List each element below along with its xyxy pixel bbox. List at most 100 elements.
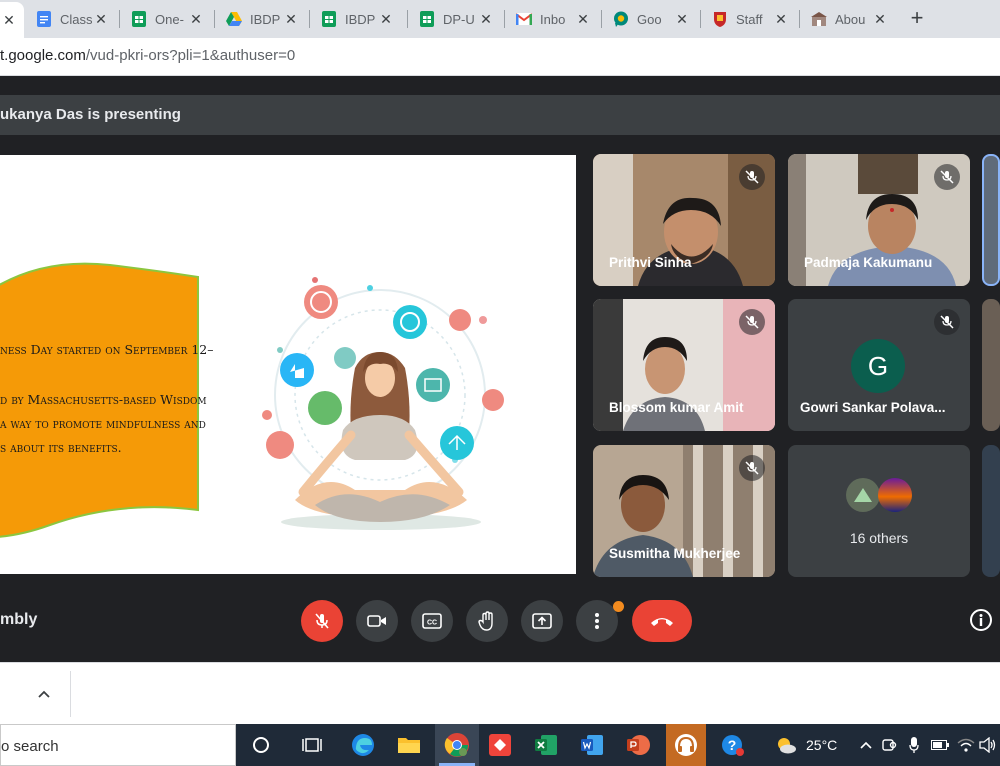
tab-active[interactable]: ✕ xyxy=(0,2,24,38)
google-sheets-icon xyxy=(131,11,147,27)
edge-browser-icon[interactable] xyxy=(347,729,379,761)
end-call-icon xyxy=(651,618,673,626)
close-icon[interactable]: ✕ xyxy=(187,11,205,28)
more-vert-icon xyxy=(595,613,599,629)
participant-avatar: G xyxy=(851,339,905,393)
temperature-label[interactable]: 25°C xyxy=(806,737,837,753)
mic-off-icon xyxy=(315,613,329,629)
file-explorer-icon[interactable] xyxy=(393,729,425,761)
svg-text:CC: CC xyxy=(427,620,437,627)
tab-separator xyxy=(799,10,800,28)
slide-text-line: d by Massachusetts-based Wisdom xyxy=(0,392,207,407)
presenting-banner: ukanya Das is presenting xyxy=(0,95,1000,135)
tab-inbox[interactable]: Inbo ✕ xyxy=(508,4,598,34)
info-icon xyxy=(979,614,983,626)
raise-hand-button[interactable] xyxy=(466,600,508,642)
present-now-button[interactable] xyxy=(521,600,563,642)
participant-tile[interactable]: Prithvi Sinha xyxy=(593,154,775,286)
school-crest-icon xyxy=(712,11,728,27)
tab-ibdp-drive[interactable]: IBDP ✕ xyxy=(218,4,306,34)
chevron-up-icon[interactable] xyxy=(38,685,50,701)
meet-top-strip xyxy=(0,76,1000,95)
participant-name: Susmitha Mukherjee xyxy=(609,546,741,561)
closed-captions-icon: CC xyxy=(422,613,442,629)
excel-icon[interactable] xyxy=(530,729,562,761)
tab-ibdp-sheet[interactable]: IBDP ✕ xyxy=(313,4,401,34)
word-icon[interactable] xyxy=(576,729,608,761)
close-icon[interactable]: ✕ xyxy=(477,11,495,28)
notification-dot xyxy=(613,601,624,612)
close-icon[interactable]: ✕ xyxy=(871,11,889,28)
new-tab-plus-icon[interactable]: + xyxy=(906,6,928,30)
presenting-text: ukanya Das is presenting xyxy=(0,106,181,123)
participant-tile[interactable]: G Gowri Sankar Polava... xyxy=(788,299,970,431)
address-bar[interactable]: t.google.com/vud-pkri-ors?pli=1&authuser… xyxy=(0,38,1000,76)
tab-separator xyxy=(309,10,310,28)
task-view-icon[interactable] xyxy=(296,729,328,761)
close-icon[interactable]: ✕ xyxy=(92,11,110,28)
headset-app-icon xyxy=(675,734,697,756)
taskbar-search-box[interactable]: o search xyxy=(0,724,236,766)
close-icon[interactable]: ✕ xyxy=(282,11,300,28)
meeting-name: mbly xyxy=(0,611,38,628)
participant-tile-partial[interactable] xyxy=(982,445,1000,577)
participant-tile-partial[interactable] xyxy=(982,299,1000,431)
participant-tile-partial[interactable] xyxy=(982,154,1000,286)
slide-text-line: s about its benefits. xyxy=(0,440,122,455)
close-icon[interactable]: ✕ xyxy=(673,11,691,28)
app-taskbar-active[interactable] xyxy=(666,724,706,766)
taskbar-search-label: o search xyxy=(1,738,59,755)
camera-toggle-button[interactable] xyxy=(356,600,398,642)
tab-separator xyxy=(214,10,215,28)
google-drive-icon xyxy=(226,11,242,27)
tab-separator xyxy=(407,10,408,28)
downloads-bar xyxy=(0,662,1000,724)
mic-off-icon xyxy=(739,309,765,335)
weather-icon[interactable] xyxy=(770,729,802,761)
meditation-illustration xyxy=(262,277,504,530)
mic-off-icon xyxy=(739,164,765,190)
tab-google-meet[interactable]: Goo ✕ xyxy=(605,4,697,34)
volume-icon[interactable] xyxy=(972,729,1000,761)
captions-button[interactable]: CC xyxy=(411,600,453,642)
close-icon[interactable]: ✕ xyxy=(574,11,592,28)
anydesk-icon[interactable] xyxy=(484,729,516,761)
more-options-button[interactable] xyxy=(576,600,618,642)
meeting-details-icon[interactable] xyxy=(970,609,992,631)
chrome-taskbar-active[interactable] xyxy=(435,724,479,766)
hand-icon xyxy=(478,611,493,631)
camera-icon xyxy=(367,615,386,627)
presentation-slide: ness Day started on September 12– d by M… xyxy=(0,155,576,574)
participant-avatar xyxy=(878,478,912,512)
tab-one[interactable]: One- ✕ xyxy=(123,4,211,34)
google-sheets-icon xyxy=(419,11,435,27)
tab-about[interactable]: Abou ✕ xyxy=(803,4,895,34)
tab-dp-u[interactable]: DP-U ✕ xyxy=(411,4,501,34)
close-icon[interactable]: ✕ xyxy=(377,11,395,28)
mic-off-icon xyxy=(934,164,960,190)
participant-tile[interactable]: Blossom kumar Amit xyxy=(593,299,775,431)
mic-off-icon xyxy=(739,455,765,481)
school-logo-icon xyxy=(811,11,827,27)
participant-tile[interactable]: Padmaja Kakumanu xyxy=(788,154,970,286)
participant-tile[interactable]: Susmitha Mukherjee xyxy=(593,445,775,577)
tab-separator xyxy=(700,10,701,28)
leave-call-button[interactable] xyxy=(632,600,692,642)
microphone-toggle-button[interactable] xyxy=(301,600,343,642)
tab-class[interactable]: Class ✕ xyxy=(28,4,116,34)
gmail-icon xyxy=(516,11,532,27)
participant-name: Blossom kumar Amit xyxy=(609,400,744,415)
url-text[interactable]: t.google.com/vud-pkri-ors?pli=1&authuser… xyxy=(0,47,295,64)
others-tile[interactable]: 16 others xyxy=(788,445,970,577)
slide-text-line: ness Day started on September 12– xyxy=(0,342,214,357)
help-icon[interactable]: ? xyxy=(717,729,749,761)
close-icon[interactable]: ✕ xyxy=(772,11,790,28)
powerpoint-icon[interactable] xyxy=(622,729,654,761)
tab-staff[interactable]: Staff ✕ xyxy=(704,4,796,34)
cortana-icon[interactable] xyxy=(245,729,277,761)
tab-separator xyxy=(504,10,505,28)
tab-separator xyxy=(601,10,602,28)
participant-name: Gowri Sankar Polava... xyxy=(800,400,946,415)
close-icon[interactable]: ✕ xyxy=(0,12,18,29)
participant-name: Prithvi Sinha xyxy=(609,255,692,270)
